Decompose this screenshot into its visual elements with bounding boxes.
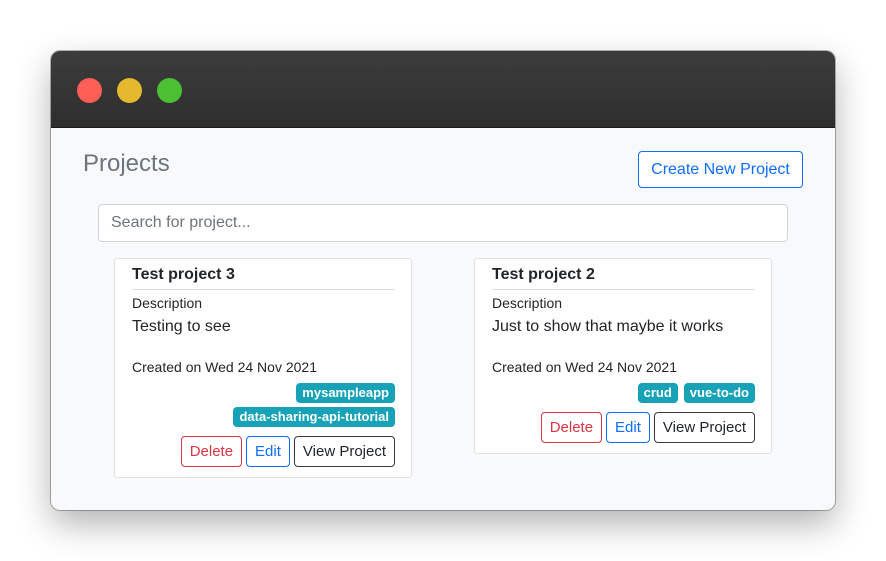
edit-button[interactable]: Edit (606, 412, 650, 443)
created-date: Created on Wed 24 Nov 2021 (132, 359, 317, 375)
tag-badge: vue-to-do (683, 383, 755, 403)
description-label: Description (492, 295, 563, 311)
created-date: Created on Wed 24 Nov 2021 (492, 359, 677, 375)
view-project-button[interactable]: View Project (293, 436, 395, 467)
tag-badge: data-sharing-api-tutorial (233, 407, 395, 427)
page-content: Projects Create New Project Test project… (51, 128, 835, 510)
project-card: Test project 3 Description Testing to se… (114, 258, 412, 478)
window-titlebar (51, 51, 835, 128)
search-input[interactable] (98, 204, 788, 242)
create-new-project-button[interactable]: Create New Project (638, 151, 803, 188)
tag-badge: crud (637, 383, 678, 403)
browser-window: Projects Create New Project Test project… (51, 51, 835, 510)
project-card: Test project 2 Description Just to show … (474, 258, 772, 454)
project-title: Test project 3 (132, 265, 395, 290)
close-window-icon[interactable] (77, 78, 102, 103)
tag-list: mysampleapp data-sharing-api-tutorial (135, 383, 395, 427)
description-label: Description (132, 295, 203, 311)
page-title: Projects (83, 150, 170, 177)
minimize-window-icon[interactable] (117, 78, 142, 103)
card-actions: Delete Edit View Project (540, 412, 755, 443)
project-description: Just to show that maybe it works (492, 318, 724, 335)
project-description: Testing to see (132, 318, 231, 335)
tag-badge: mysampleapp (296, 383, 395, 403)
project-title: Test project 2 (492, 265, 755, 290)
maximize-window-icon[interactable] (157, 78, 182, 103)
card-actions: Delete Edit View Project (180, 436, 395, 467)
delete-button[interactable]: Delete (180, 436, 243, 467)
view-project-button[interactable]: View Project (653, 412, 755, 443)
tag-list: crud vue-to-do (495, 383, 755, 403)
delete-button[interactable]: Delete (540, 412, 603, 443)
edit-button[interactable]: Edit (246, 436, 290, 467)
